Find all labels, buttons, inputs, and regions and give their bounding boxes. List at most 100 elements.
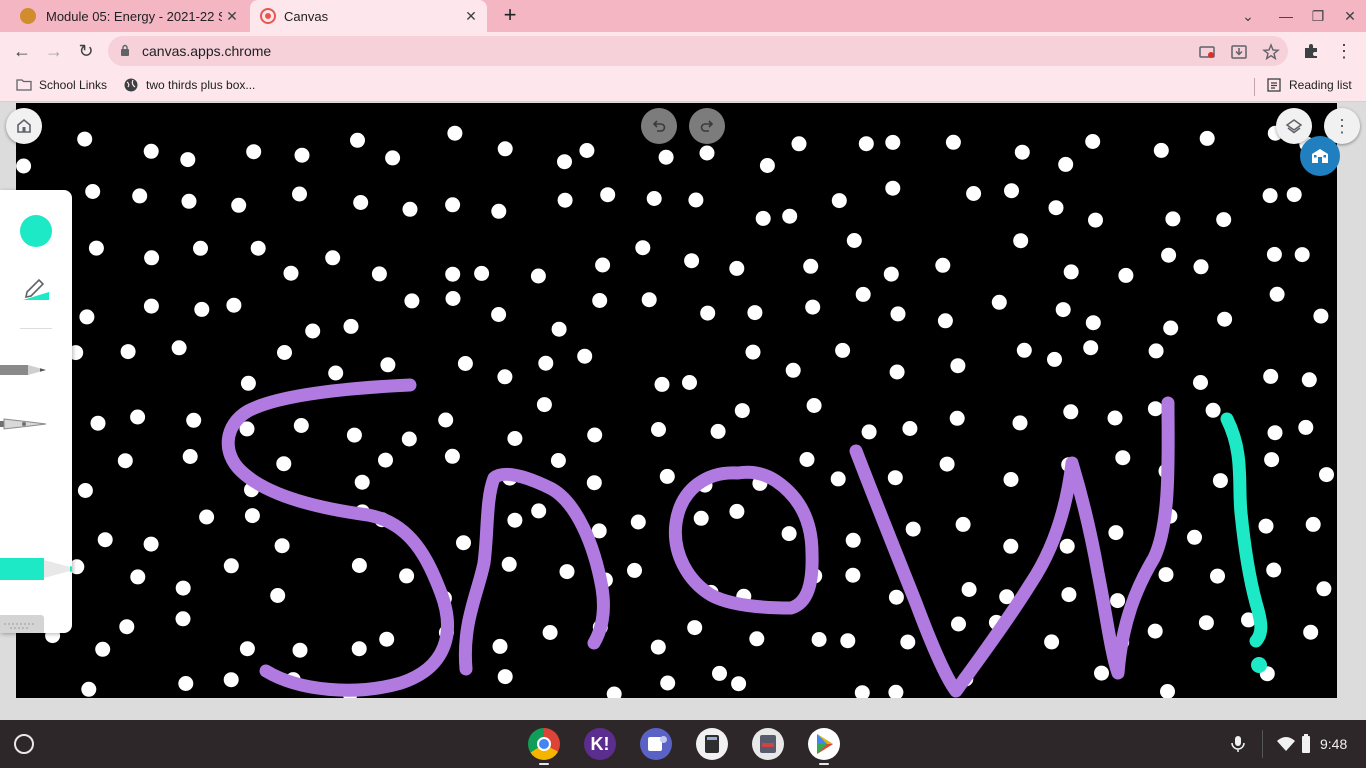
snow-dot (171, 340, 187, 356)
snow-dot (785, 362, 801, 378)
snow-dot (182, 449, 198, 464)
snow-dots (16, 125, 1334, 698)
snow-dot (587, 427, 603, 443)
snow-dot (966, 186, 982, 201)
forward-arrow-icon[interactable]: → (42, 39, 66, 63)
snow-dot (1212, 473, 1228, 489)
snow-dot (81, 681, 97, 697)
snow-dot (1205, 402, 1221, 418)
snow-dot (90, 415, 106, 431)
reading-list-label: Reading list (1289, 78, 1352, 92)
snow-dot (700, 305, 716, 321)
launcher-icon[interactable] (14, 734, 34, 754)
snow-dot (592, 293, 608, 308)
snow-dot (687, 620, 703, 636)
undo-button[interactable] (641, 108, 677, 144)
snow-dot (497, 141, 513, 157)
snow-dot (1319, 467, 1334, 483)
snow-dot (1047, 351, 1062, 367)
pen-tool-icon[interactable] (0, 410, 72, 438)
snow-dot (193, 240, 208, 256)
reading-list-button[interactable]: Reading list (1266, 77, 1352, 93)
chrome-icon[interactable] (528, 728, 560, 760)
snow-dot (1088, 212, 1103, 228)
new-tab-button[interactable]: + (498, 4, 522, 28)
snow-dot (1210, 568, 1225, 584)
snow-dot (542, 625, 558, 640)
kami-icon[interactable]: K! (584, 728, 616, 760)
extensions-puzzle-icon[interactable] (1302, 42, 1320, 60)
snow-dot (945, 134, 961, 150)
microphone-icon[interactable] (1230, 735, 1246, 753)
snow-dot (693, 510, 709, 526)
bookmark-school-links[interactable]: School Links (16, 77, 107, 93)
reload-icon[interactable]: ↻ (74, 39, 98, 63)
marker-tool-icon[interactable] (0, 554, 72, 586)
snow-dot (351, 558, 367, 573)
clock-time[interactable]: 9:48 (1320, 736, 1347, 752)
snow-dot (447, 125, 463, 141)
close-icon[interactable]: ✕ (224, 8, 240, 25)
stroke-size-icon[interactable] (21, 272, 51, 302)
play-store-icon[interactable] (808, 728, 840, 760)
snow-dot (557, 192, 573, 208)
snow-dot (1058, 156, 1074, 172)
snow-dot (530, 268, 546, 284)
snow-dot (630, 514, 646, 530)
install-icon[interactable] (1230, 43, 1248, 61)
layers-button[interactable] (1276, 108, 1312, 144)
drawing-canvas[interactable] (16, 103, 1337, 698)
redo-button[interactable] (689, 108, 725, 144)
tab-canvas[interactable]: Canvas ✕ (250, 0, 487, 32)
reading-list-icon (1267, 78, 1281, 92)
home-button[interactable] (6, 108, 42, 144)
snow-dot (1198, 615, 1214, 631)
snow-dot (688, 192, 704, 208)
teams-icon[interactable] (640, 728, 672, 760)
minimize-icon[interactable]: — (1276, 6, 1296, 26)
snow-dot (551, 321, 567, 337)
bookmark-label: School Links (39, 78, 108, 92)
pencil-tool-icon[interactable] (0, 356, 72, 384)
highlighter-tool-icon[interactable] (0, 610, 72, 633)
snow-dot (244, 508, 260, 524)
url-text: canvas.apps.chrome (142, 43, 272, 59)
wifi-icon[interactable] (1276, 736, 1296, 752)
snow-dot (1258, 518, 1274, 534)
window-close-icon[interactable]: ✕ (1340, 6, 1360, 26)
snow-dot (283, 265, 299, 281)
snow-dot (961, 582, 977, 597)
tab-search-chevron-icon[interactable]: ⌄ (1238, 6, 1258, 26)
tool-divider (20, 328, 52, 329)
bookmark-two-thirds[interactable]: two thirds plus box... (123, 77, 255, 93)
app-badge-button[interactable] (1300, 136, 1340, 176)
address-bar[interactable]: canvas.apps.chrome (108, 36, 1288, 66)
snow-dot (294, 147, 310, 163)
snow-dot (1147, 623, 1163, 639)
bookmark-star-icon[interactable] (1262, 43, 1280, 61)
back-arrow-icon[interactable]: ← (10, 39, 34, 63)
snow-dot (444, 448, 460, 464)
snow-dot (1269, 286, 1285, 302)
cast-icon[interactable] (1198, 43, 1216, 61)
snow-dot (710, 423, 726, 439)
snow-dot (845, 567, 861, 583)
battery-icon[interactable] (1301, 734, 1311, 754)
drawing-surface[interactable] (16, 103, 1337, 698)
snow-dot (175, 611, 191, 627)
color-picker-swatch[interactable] (20, 215, 52, 247)
snow-dot (949, 410, 965, 426)
snow-dot (805, 299, 821, 315)
snow-dot (143, 143, 159, 159)
home-icon (17, 118, 31, 133)
snow-dot (507, 512, 523, 528)
snow-dot (328, 365, 344, 381)
calculator-icon[interactable] (696, 728, 728, 760)
tab-module-05[interactable]: Module 05: Energy - 2021-22 Sci ✕ (8, 0, 248, 32)
letter-n-stroke (458, 467, 610, 676)
restore-icon[interactable]: ❐ (1308, 6, 1328, 26)
close-icon[interactable]: ✕ (463, 8, 479, 25)
pdf-viewer-icon[interactable] (752, 728, 784, 760)
snow-dot (745, 344, 761, 360)
menu-dots-icon[interactable]: ⋮ (1332, 39, 1356, 63)
